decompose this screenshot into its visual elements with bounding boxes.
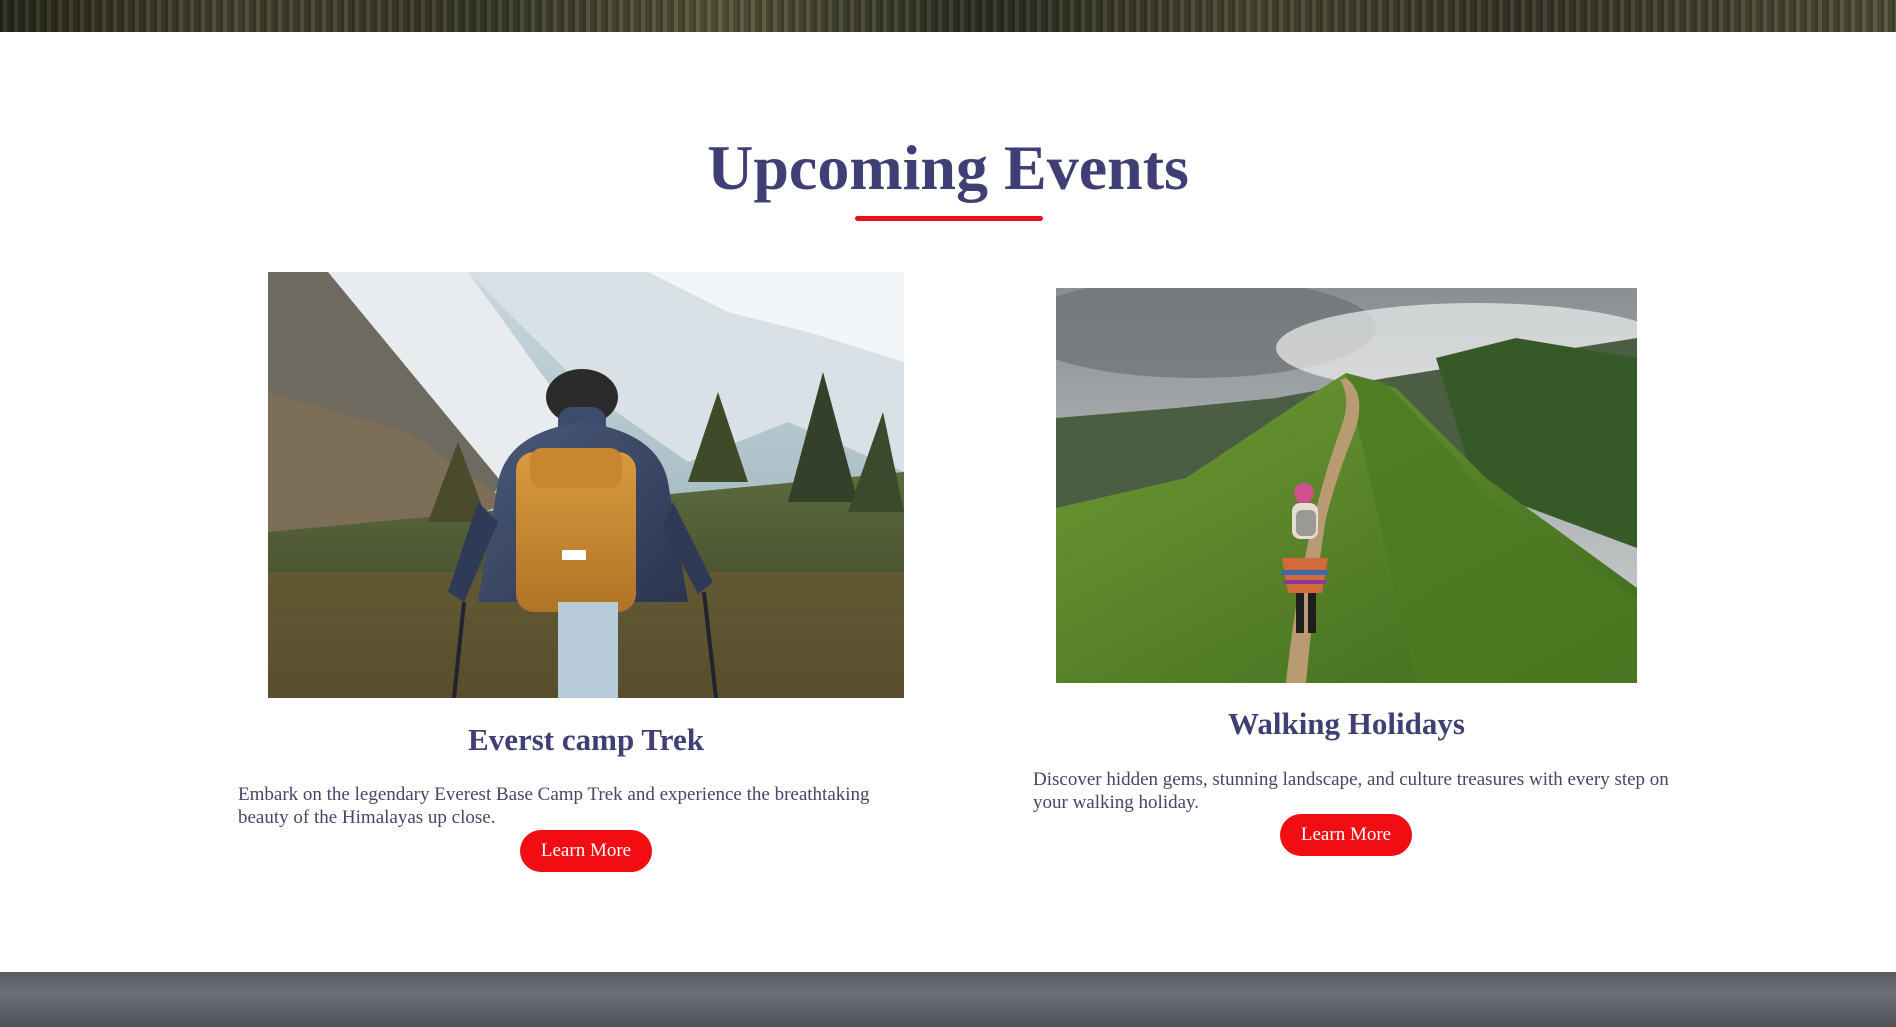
title-underline: [855, 216, 1043, 221]
event-title: Everst camp Trek: [468, 722, 704, 757]
walker-on-green-ridge-photo: [1056, 288, 1637, 683]
hiker-with-backpack-mountains-photo: [268, 272, 904, 698]
event-description: Embark on the legendary Everest Base Cam…: [238, 784, 870, 828]
bottom-banner-image-strip: [0, 972, 1896, 1027]
learn-more-button[interactable]: Learn More: [1280, 814, 1412, 856]
top-banner-image-strip: [0, 0, 1896, 32]
event-description: Discover hidden gems, stunning landscape…: [1033, 769, 1669, 813]
section-title: Upcoming Events: [707, 132, 1189, 203]
learn-more-button[interactable]: Learn More: [520, 830, 652, 872]
event-title: Walking Holidays: [1228, 706, 1465, 741]
